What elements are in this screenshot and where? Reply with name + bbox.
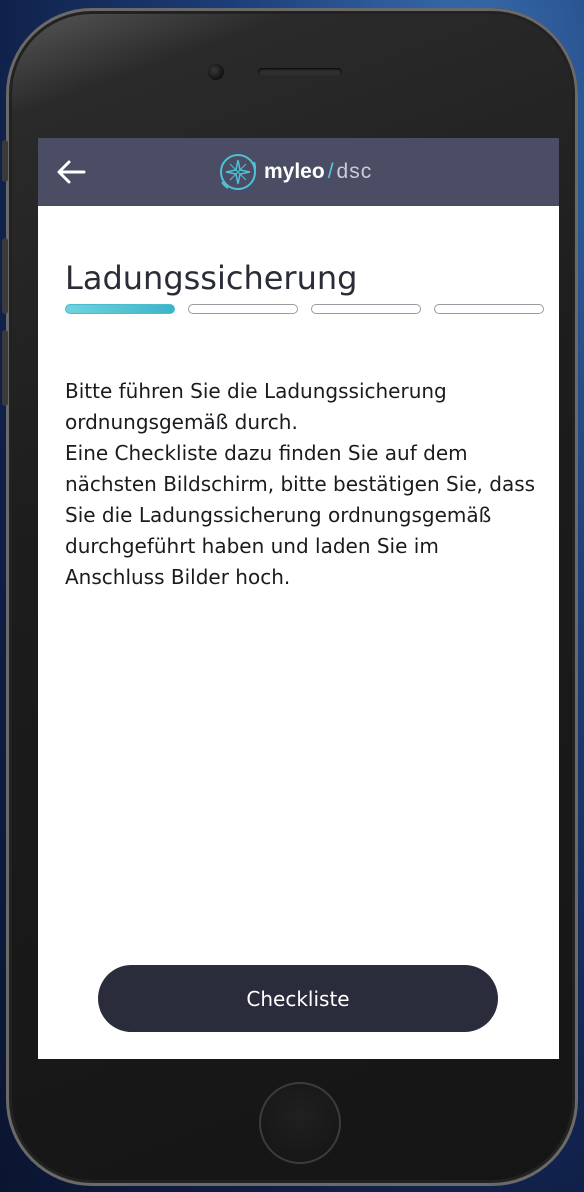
- mute-switch: [2, 140, 8, 182]
- home-button[interactable]: [259, 1082, 341, 1164]
- back-arrow-icon[interactable]: [54, 155, 88, 189]
- app-logo: myleo / dsc: [218, 150, 372, 194]
- instruction-paragraph-1: Bitte führen Sie die Ladungssicherung or…: [65, 379, 447, 434]
- progress-step-1: [65, 304, 175, 314]
- compass-star-icon: [220, 154, 257, 190]
- logo-sub: dsc: [336, 160, 373, 183]
- app-header: myleo / dsc: [38, 138, 559, 206]
- volume-up-button: [2, 238, 8, 314]
- volume-down-button: [2, 330, 8, 406]
- checklist-button[interactable]: Checkliste: [98, 965, 498, 1032]
- progress-step-2: [188, 304, 298, 314]
- progress-step-3: [311, 304, 421, 314]
- logo-brand: myleo: [264, 160, 325, 183]
- progress-step-4: [434, 304, 544, 314]
- app-screen: myleo / dsc Ladungssicherung Bitte führe…: [38, 138, 559, 1059]
- logo-separator: /: [327, 160, 334, 183]
- instructions-text: Bitte führen Sie die Ladungssicherung or…: [65, 376, 540, 593]
- instruction-paragraph-2: Eine Checkliste dazu finden Sie auf dem …: [65, 441, 536, 589]
- step-progress: [65, 304, 545, 316]
- front-camera: [208, 64, 224, 80]
- page-title: Ladungssicherung: [65, 259, 358, 298]
- earpiece-speaker: [258, 68, 342, 76]
